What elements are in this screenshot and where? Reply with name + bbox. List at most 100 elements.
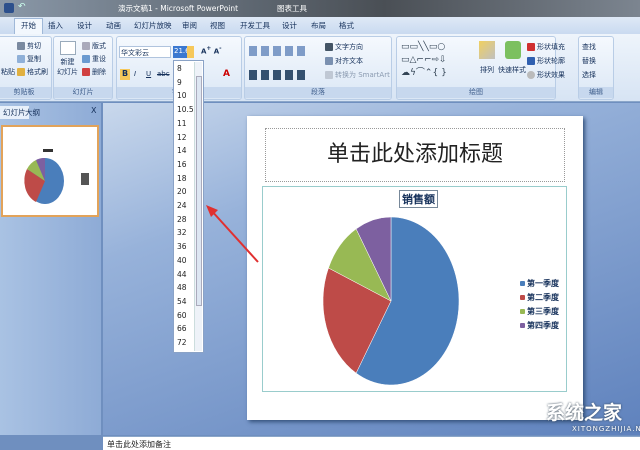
font-size-option[interactable]: 12 — [177, 133, 187, 142]
legend-item: 第二季度 — [520, 291, 559, 305]
ribbon-tabs: 开始 插入 设计 动画 幻灯片放映 审阅 视图 开发工具 设计 布局 格式 — [0, 17, 640, 34]
font-size-option[interactable]: 60 — [177, 311, 187, 320]
drawing-group: ▭▭╲╲▭○ ▭△⌐⌐⇨⇩ ☁ϟ⌒⌃{ } 排列 快速样式 形状填充 形状轮廓 形状… — [396, 36, 565, 100]
scissors-icon — [17, 42, 25, 50]
shape-outline-button[interactable]: 形状轮廓 — [527, 56, 565, 66]
tab-review[interactable]: 审阅 — [182, 20, 197, 31]
shapes-gallery[interactable]: ▭▭╲╲▭○ ▭△⌐⌐⇨⇩ ☁ϟ⌒⌃{ } — [401, 41, 463, 81]
chart-title[interactable]: 销售额 — [399, 190, 438, 208]
legend-swatch — [520, 323, 525, 328]
shape-fill-button[interactable]: 形状填充 — [527, 42, 565, 52]
shape-effects-button[interactable]: 形状效果 — [527, 70, 565, 80]
smartart-button[interactable]: 转换为 SmartArt — [325, 70, 390, 80]
watermark: 系统之家 XITONGZHIJIA.NET — [546, 402, 640, 433]
slides-group: 新建 幻灯片 版式 重设 删除 幻灯片 — [53, 36, 113, 100]
align-icons[interactable] — [249, 70, 309, 80]
font-size-option[interactable]: 32 — [177, 228, 187, 237]
font-size-option[interactable]: 16 — [177, 160, 187, 169]
italic-button[interactable]: I — [134, 70, 136, 78]
font-size-option[interactable]: 18 — [177, 174, 187, 183]
new-slide-button[interactable]: 新建 幻灯片 — [57, 57, 78, 77]
paste-button[interactable]: 粘贴 — [1, 67, 15, 77]
copy-button[interactable]: 复制 — [17, 54, 41, 64]
bold-button[interactable]: B — [120, 69, 130, 80]
layout-button[interactable]: 版式 — [82, 41, 106, 51]
align-text-icon — [325, 57, 333, 65]
tab-chart-format[interactable]: 格式 — [339, 20, 354, 31]
tab-outline[interactable]: 大纲 — [22, 106, 43, 119]
tab-chart-design[interactable]: 设计 — [282, 20, 297, 31]
delete-button[interactable]: 删除 — [82, 67, 106, 77]
font-size-option[interactable]: 44 — [177, 270, 187, 279]
close-panel-button[interactable]: X — [91, 106, 96, 115]
cut-button[interactable]: 剪切 — [17, 41, 41, 51]
font-size-dropdown-button[interactable] — [187, 46, 194, 58]
legend-swatch — [520, 281, 525, 286]
legend-item: 第四季度 — [520, 319, 559, 333]
font-size-option[interactable]: 36 — [177, 242, 187, 251]
quick-styles-button[interactable]: 快速样式 — [498, 65, 526, 75]
smartart-icon — [325, 71, 333, 79]
tab-slideshow[interactable]: 幻灯片放映 — [134, 20, 172, 31]
text-direction-icon — [325, 43, 333, 51]
clipboard-group: 粘贴 剪切 复制 格式刷 剪贴板 — [0, 36, 52, 100]
notes-pane[interactable]: 单击此处添加备注 — [103, 436, 640, 450]
replace-button[interactable]: 替换 — [582, 56, 596, 66]
arrange-button[interactable]: 排列 — [480, 65, 494, 75]
slide: 单击此处添加标题 销售额 第一季度 第二季度 第三季度 第四季度 — [247, 116, 583, 420]
font-size-option[interactable]: 72 — [177, 338, 187, 347]
reset-button[interactable]: 重设 — [82, 54, 106, 64]
align-text-button[interactable]: 对齐文本 — [325, 56, 363, 66]
legend-swatch — [520, 295, 525, 300]
copy-icon — [17, 55, 25, 63]
save-icon[interactable] — [4, 3, 14, 13]
strikethrough-button[interactable]: abc — [157, 70, 170, 78]
title-bar: ↶ 演示文稿1 - Microsoft PowerPoint 图表工具 — [0, 0, 640, 17]
font-size-option[interactable]: 10 — [177, 91, 187, 100]
font-size-option[interactable]: 11 — [177, 119, 187, 128]
font-size-option[interactable]: 9 — [177, 78, 182, 87]
font-size-option[interactable]: 14 — [177, 146, 187, 155]
format-painter-button[interactable]: 格式刷 — [17, 67, 48, 77]
tab-home[interactable]: 开始 — [14, 18, 43, 34]
tab-chart-layout[interactable]: 布局 — [311, 20, 326, 31]
font-size-option[interactable]: 10.5 — [177, 105, 194, 114]
undo-icon[interactable]: ↶ — [18, 2, 26, 12]
select-button[interactable]: 选择 — [582, 70, 596, 80]
ribbon: 粘贴 剪切 复制 格式刷 剪贴板 新建 幻灯片 版式 重设 删除 幻灯片 华文彩… — [0, 34, 640, 102]
chart-legend[interactable]: 第一季度 第二季度 第三季度 第四季度 — [520, 277, 559, 333]
font-size-option[interactable]: 66 — [177, 324, 187, 333]
font-size-option[interactable]: 54 — [177, 297, 187, 306]
font-size-option[interactable]: 8 — [177, 64, 182, 73]
list-icons[interactable] — [249, 46, 309, 56]
tab-design[interactable]: 设计 — [77, 20, 92, 31]
font-size-option[interactable]: 20 — [177, 187, 187, 196]
font-size-option[interactable]: 40 — [177, 256, 187, 265]
title-placeholder[interactable]: 单击此处添加标题 — [265, 128, 565, 182]
clipboard-label: 剪贴板 — [0, 87, 51, 98]
reset-icon — [82, 55, 90, 63]
tab-developer[interactable]: 开发工具 — [240, 20, 270, 31]
arrange-icon — [479, 41, 495, 59]
font-name-select[interactable]: 华文彩云 — [119, 46, 171, 58]
fill-icon — [527, 43, 535, 51]
underline-button[interactable]: U — [146, 70, 151, 78]
find-button[interactable]: 查找 — [582, 42, 596, 52]
slides-label: 幻灯片 — [54, 87, 112, 98]
scrollbar-thumb[interactable] — [196, 76, 202, 306]
font-size-option[interactable]: 48 — [177, 283, 187, 292]
font-size-option[interactable]: 24 — [177, 201, 187, 210]
tab-insert[interactable]: 插入 — [48, 20, 63, 31]
chart-frame[interactable]: 销售额 第一季度 第二季度 第三季度 第四季度 — [262, 186, 567, 392]
font-size-option[interactable]: 28 — [177, 215, 187, 224]
tab-animation[interactable]: 动画 — [106, 20, 121, 31]
slide-thumbnail-1[interactable] — [1, 125, 99, 217]
tab-view[interactable]: 视图 — [210, 20, 225, 31]
editing-label: 编辑 — [579, 87, 613, 98]
new-slide-icon — [60, 41, 76, 55]
font-color-button[interactable]: A — [223, 69, 230, 79]
window-title: 演示文稿1 - Microsoft PowerPoint — [118, 4, 239, 13]
text-direction-button[interactable]: 文字方向 — [325, 42, 363, 52]
font-size-input[interactable]: 21.6 — [173, 46, 190, 58]
grow-font-icon[interactable]: A+ A- — [201, 46, 222, 55]
